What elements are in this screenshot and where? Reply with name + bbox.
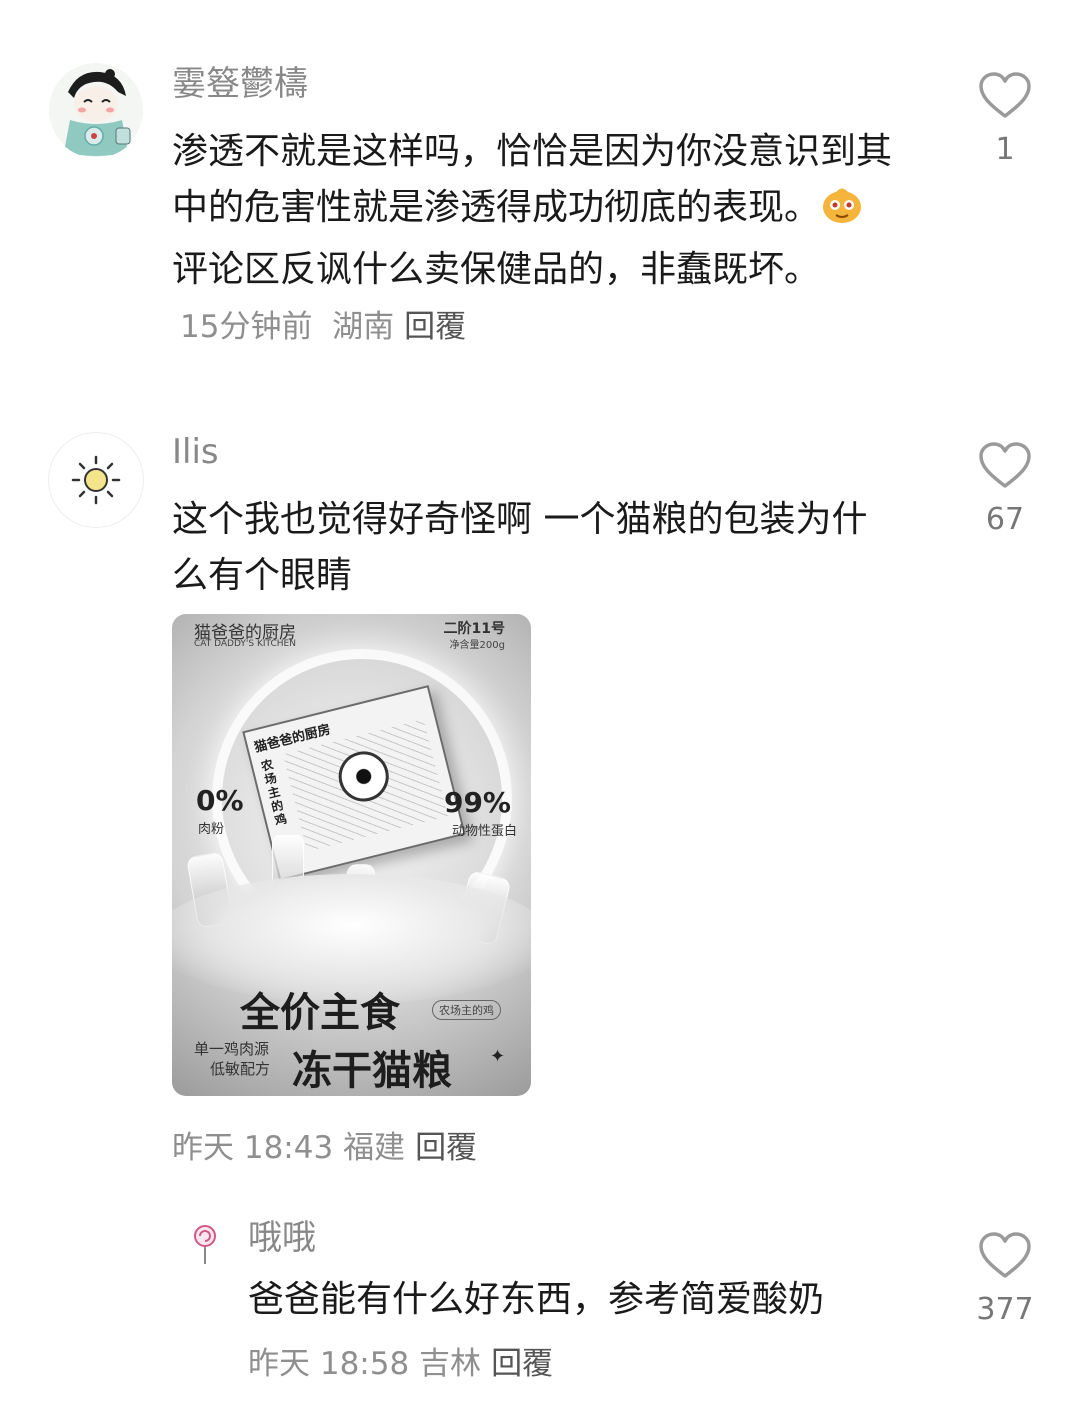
like-count: 377 <box>976 1292 1034 1327</box>
cartoon-avatar-icon <box>49 63 143 157</box>
reply-username[interactable]: 哦哦 <box>248 1218 316 1258</box>
comment-location: 湖南 <box>332 309 395 345</box>
reply-button[interactable]: 回覆 <box>415 1130 477 1166</box>
image-headline: 全价主食 <box>240 990 400 1036</box>
reply-button[interactable]: 回覆 <box>491 1346 553 1382</box>
comment-meta: 15分钟前 湖南 回覆 <box>180 309 466 345</box>
like-count: 67 <box>985 502 1025 537</box>
image-headline: 冻干猫粮 <box>292 1048 452 1094</box>
heart-icon <box>979 442 1031 488</box>
comment-text-part: 渗透不就是这样吗，恰恰是因为你没意识到其中的危害性就是渗透得成功彻底的表现。 <box>172 131 893 228</box>
comment-text: 渗透不就是这样吗，恰恰是因为你没意识到其中的危害性就是渗透得成功彻底的表现。评论… <box>172 124 902 354</box>
image-stage: 二阶11号 <box>443 621 505 637</box>
comment-time: 昨天 18:58 <box>248 1346 410 1382</box>
left-percent: 0% <box>196 784 244 817</box>
image-weight: 净含量200g <box>449 640 505 651</box>
heart-icon <box>979 72 1031 118</box>
reply-button[interactable]: 回覆 <box>404 309 466 345</box>
avatar[interactable] <box>48 62 144 158</box>
image-small-text: 低敏配方 <box>210 1060 271 1078</box>
like-button[interactable]: 1 <box>970 70 1040 168</box>
emoji-icon <box>820 185 864 242</box>
right-percent-label: 动物性蛋白 <box>451 824 517 839</box>
heart-icon <box>979 1232 1031 1278</box>
comment-meta: 昨天 18:58 吉林 回覆 <box>248 1344 553 1384</box>
image-tag: 农场主的鸡 <box>432 1000 501 1020</box>
avatar[interactable] <box>178 1216 232 1270</box>
like-button[interactable]: 67 <box>970 440 1040 538</box>
like-count: 1 <box>995 132 1015 167</box>
right-percent: 99% <box>443 786 511 819</box>
comment-location: 福建 <box>343 1130 406 1166</box>
comment-time: 昨天 18:43 <box>172 1130 334 1166</box>
lollipop-icon <box>179 1217 231 1269</box>
avatar[interactable] <box>48 432 144 528</box>
comment-meta: 昨天 18:43 福建 回覆 <box>172 1128 477 1168</box>
like-button[interactable]: 377 <box>970 1230 1040 1328</box>
sparkle-icon: ✦ <box>490 1046 506 1067</box>
comment-username[interactable]: Ilis <box>172 432 219 472</box>
left-percent-label: 肉粉 <box>198 822 225 837</box>
comment-location: 吉林 <box>419 1346 482 1382</box>
comment-time: 15分钟前 <box>180 309 313 345</box>
comment-image[interactable]: 猫爸爸的厨房 CAT DADDY'S KITCHEN 二阶11号 净含量200g… <box>172 614 531 1096</box>
image-small-text: 单一鸡肉源 <box>194 1040 270 1058</box>
comment-text-part: 评论区反讽什么卖保健品的，非蠢既坏。 <box>172 249 821 290</box>
reply-text: 爸爸能有什么好东西，参考简爱酸奶 <box>248 1279 825 1320</box>
comment-username[interactable]: 霎簦鬱檮 <box>172 64 308 104</box>
image-brand-en: CAT DADDY'S KITCHEN <box>194 639 296 649</box>
sun-icon <box>71 455 121 505</box>
comment-text: 这个我也觉得好奇怪啊 一个猫粮的包装为什么有个眼睛 <box>172 499 868 596</box>
